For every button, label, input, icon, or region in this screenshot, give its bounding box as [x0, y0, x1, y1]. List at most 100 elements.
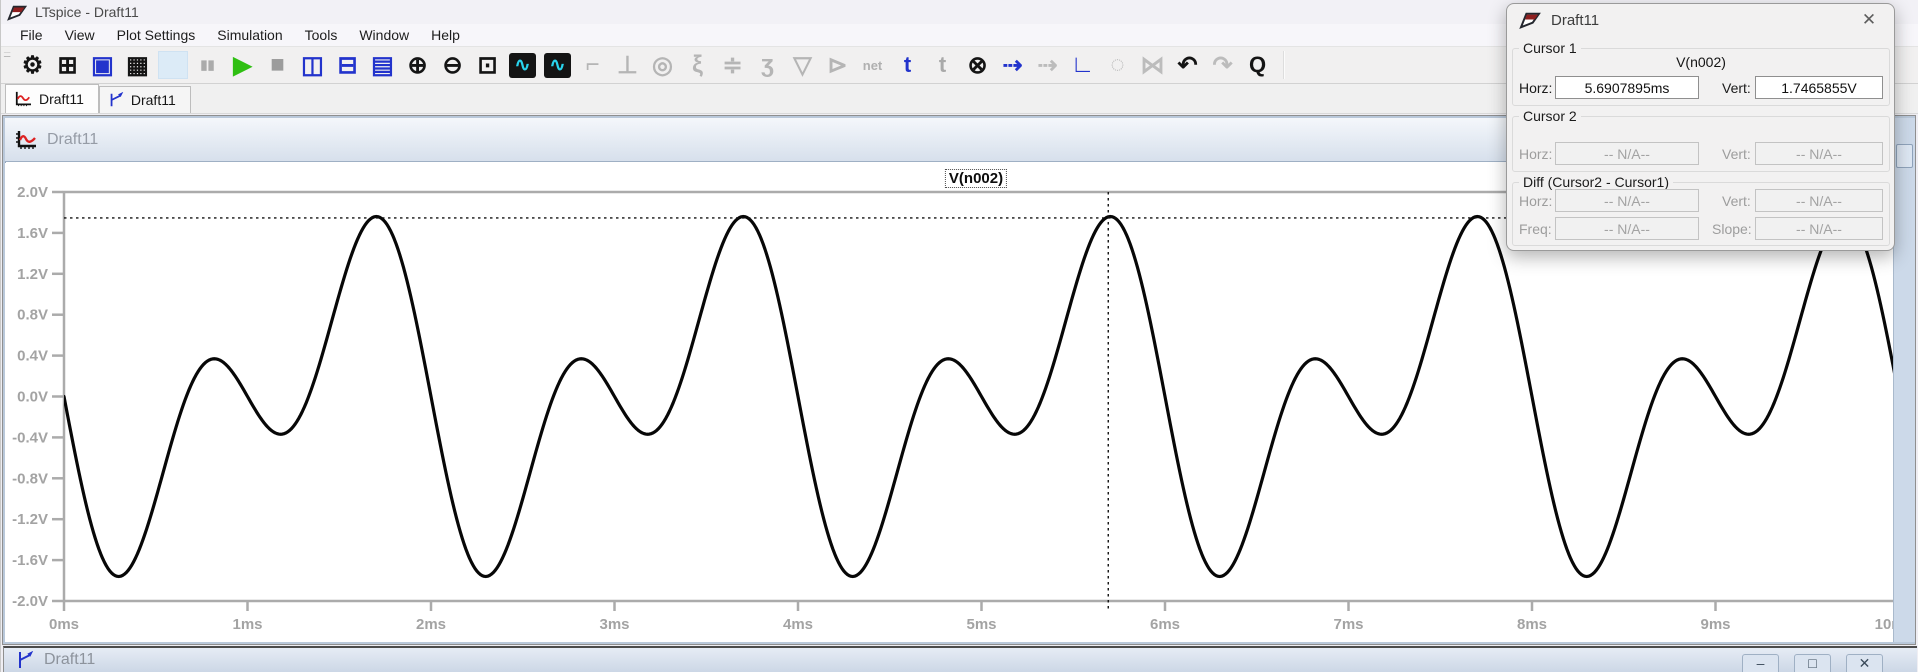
- blank-slot[interactable]: [155, 49, 190, 81]
- y-tick-label: -1.2V: [12, 511, 48, 528]
- menu-view[interactable]: View: [54, 25, 106, 45]
- spice-directive-icon[interactable]: t: [925, 49, 960, 81]
- ground-icon[interactable]: ⊥: [610, 49, 645, 81]
- inductor-icon[interactable]: ʒ: [750, 49, 785, 81]
- text-tool-icon[interactable]: t: [890, 49, 925, 81]
- x-tick-label: 8ms: [1517, 616, 1547, 633]
- y-tick-label: 1.2V: [17, 266, 48, 283]
- menu-help[interactable]: Help: [420, 25, 471, 45]
- x-tick-label: 2ms: [416, 616, 446, 633]
- cursor1-vert-value[interactable]: 1.7465855V: [1755, 76, 1883, 99]
- cursor2-group: Cursor 2 Horz: -- N/A-- Vert: -- N/A--: [1512, 116, 1890, 172]
- toolbar-separator: [1283, 51, 1285, 79]
- x-tick-label: 5ms: [966, 616, 996, 633]
- x-tick-label: 9ms: [1700, 616, 1730, 633]
- diff-group: Diff (Cursor2 - Cursor1) Horz: -- N/A-- …: [1512, 182, 1890, 246]
- diff-vert-label: Vert:: [1722, 193, 1755, 209]
- diff-slope-value: -- N/A--: [1755, 217, 1883, 240]
- x-tick-label: 1ms: [232, 616, 262, 633]
- wire-icon[interactable]: ⌐: [575, 49, 610, 81]
- mirror-icon[interactable]: ⋈: [1135, 49, 1170, 81]
- schematic-window-titlebar[interactable]: Draft11 – □ ✕: [3, 646, 1917, 672]
- resistor-icon[interactable]: ξ: [680, 49, 715, 81]
- y-tick-label: -2.0V: [12, 593, 48, 610]
- diode-icon[interactable]: ▽: [785, 49, 820, 81]
- menu-tools[interactable]: Tools: [294, 25, 349, 45]
- x-tick-label: 6ms: [1150, 616, 1180, 633]
- zoom-out-icon[interactable]: ⊖: [435, 49, 470, 81]
- tab-waveform-draft11[interactable]: Draft11: [5, 84, 99, 113]
- net-label-icon[interactable]: ◎: [645, 49, 680, 81]
- zoom-magnifier-icon[interactable]: Q: [1240, 49, 1275, 81]
- menu-file[interactable]: File: [9, 25, 54, 45]
- run-icon[interactable]: ▶: [225, 49, 260, 81]
- y-tick-label: -0.4V: [12, 429, 48, 446]
- window-right-edge: [1893, 118, 1915, 642]
- tile-vertical-icon[interactable]: ◫: [295, 49, 330, 81]
- waveform-tab-icon: [14, 91, 32, 107]
- menu-window[interactable]: Window: [348, 25, 420, 45]
- diff-horz-value: -- N/A--: [1555, 189, 1699, 212]
- y-tick-label: -1.6V: [12, 552, 48, 569]
- cursor2-vert-value: -- N/A--: [1755, 142, 1883, 165]
- duplicate-icon[interactable]: ⇢: [995, 49, 1030, 81]
- diff-legend: Diff (Cursor2 - Cursor1): [1519, 174, 1673, 190]
- cursor1-trace-name: V(n002): [1513, 54, 1889, 70]
- cursor2-vert-label: Vert:: [1722, 146, 1755, 162]
- component-icon[interactable]: ⊳: [820, 49, 855, 81]
- restore-button[interactable]: □: [1794, 654, 1831, 672]
- y-tick-label: 0.4V: [17, 348, 48, 365]
- find-icon[interactable]: ◌: [1100, 49, 1135, 81]
- close-button[interactable]: ✕: [1846, 654, 1883, 672]
- delete-icon[interactable]: ⊗: [960, 49, 995, 81]
- cursor1-horz-label: Horz:: [1519, 80, 1555, 96]
- paste-icon[interactable]: ⇢: [1030, 49, 1065, 81]
- ltspice-logo-icon: [7, 4, 27, 21]
- y-tick-label: 1.6V: [17, 225, 48, 242]
- cursor-dialog-title: Draft11: [1551, 12, 1846, 29]
- plot-settings-icon[interactable]: ∿: [540, 49, 575, 81]
- net-name-icon[interactable]: net: [855, 49, 890, 81]
- schematic-window-title: Draft11: [44, 651, 1732, 669]
- autorange-y-icon[interactable]: ∿: [505, 49, 540, 81]
- x-tick-label: 7ms: [1333, 616, 1363, 633]
- save-icon[interactable]: ▦: [120, 49, 155, 81]
- cursor-dialog-titlebar[interactable]: Draft11 ✕: [1507, 4, 1894, 36]
- toolbar-grip[interactable]: ::::::::: [3, 52, 11, 78]
- cursor2-legend: Cursor 2: [1519, 108, 1581, 124]
- y-tick-label: 0.0V: [17, 389, 48, 406]
- cascade-windows-icon[interactable]: ▤: [365, 49, 400, 81]
- tile-horizontal-icon[interactable]: ⊟: [330, 49, 365, 81]
- menu-plot-settings[interactable]: Plot Settings: [106, 25, 207, 45]
- halt-icon[interactable]: ■: [260, 49, 295, 81]
- new-schematic-icon[interactable]: ⊞: [50, 49, 85, 81]
- menu-simulation[interactable]: Simulation: [206, 25, 293, 45]
- drag-icon[interactable]: ∟: [1065, 49, 1100, 81]
- window-edge-button[interactable]: [1896, 144, 1913, 168]
- close-icon[interactable]: ✕: [1856, 8, 1882, 32]
- x-tick-label: 3ms: [599, 616, 629, 633]
- window-title: LTspice - Draft11: [35, 4, 139, 20]
- undo-icon[interactable]: ↶: [1170, 49, 1205, 81]
- minimize-button[interactable]: –: [1742, 654, 1779, 672]
- diff-freq-label: Freq:: [1519, 221, 1555, 237]
- trace-v-n002[interactable]: [64, 217, 1899, 577]
- open-file-icon[interactable]: ▣: [85, 49, 120, 81]
- cursor-dialog: Draft11 ✕ Cursor 1 V(n002) Horz: 5.69078…: [1506, 3, 1895, 251]
- capacitor-icon[interactable]: ≑: [715, 49, 750, 81]
- redo-icon[interactable]: ↷: [1205, 49, 1240, 81]
- pause-icon[interactable]: ▮▮: [190, 49, 225, 81]
- cursor1-group: Cursor 1 V(n002) Horz: 5.6907895ms Vert:…: [1512, 48, 1890, 106]
- control-panel-icon[interactable]: ⚙: [15, 49, 50, 81]
- diff-horz-label: Horz:: [1519, 193, 1555, 209]
- schematic-tab-icon: [108, 92, 124, 108]
- waveform-window-icon: [15, 130, 37, 150]
- zoom-in-icon[interactable]: ⊕: [400, 49, 435, 81]
- diff-freq-value: -- N/A--: [1555, 217, 1699, 240]
- cursor1-horz-value[interactable]: 5.6907895ms: [1555, 76, 1699, 99]
- tab-schematic-draft11[interactable]: Draft11: [99, 86, 191, 113]
- y-tick-label: 0.8V: [17, 307, 48, 324]
- schematic-window-icon: [16, 651, 34, 669]
- zoom-full-extents-icon[interactable]: ⊡: [470, 49, 505, 81]
- trace-label[interactable]: V(n002): [945, 169, 1007, 188]
